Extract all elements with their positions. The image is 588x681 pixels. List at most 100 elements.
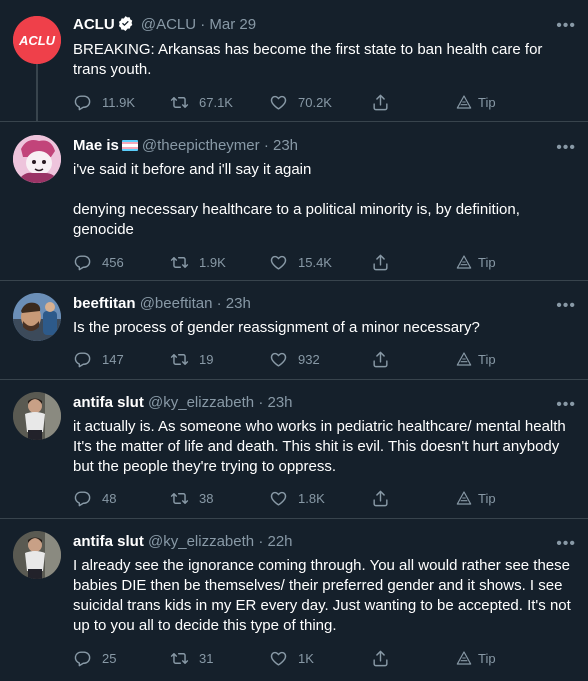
like-button[interactable]: 70.2K xyxy=(269,92,332,112)
share-icon xyxy=(373,650,388,666)
like-button[interactable]: 932 xyxy=(269,349,320,369)
reply-count: 48 xyxy=(102,490,117,506)
retweet-icon xyxy=(170,492,189,504)
more-icon[interactable]: ••• xyxy=(556,397,576,413)
display-name[interactable]: beeftitan xyxy=(73,295,136,312)
retweet-count: 19 xyxy=(199,351,214,367)
retweet-button[interactable]: 67.1K xyxy=(170,92,233,112)
share-button[interactable] xyxy=(371,488,400,508)
like-icon xyxy=(270,352,287,367)
display-name[interactable]: Mae is xyxy=(73,137,119,154)
retweet-button[interactable]: 19 xyxy=(170,349,213,369)
like-button[interactable]: 1.8K xyxy=(269,488,325,508)
like-count: 1.8K xyxy=(298,490,325,506)
more-icon[interactable]: ••• xyxy=(556,18,576,34)
tweet-reply[interactable]: beeftitan @beeftitan · 23h ••• Is the pr… xyxy=(0,281,588,379)
action-bar: 11.9K 67.1K 70.2K Tip xyxy=(73,92,503,112)
avatar[interactable] xyxy=(13,531,61,579)
reply-button[interactable]: 147 xyxy=(73,349,124,369)
like-icon xyxy=(270,95,287,110)
avatar[interactable] xyxy=(13,392,61,440)
like-icon xyxy=(270,255,287,270)
tweet-reply[interactable]: antifa slut @ky_elizzabeth · 22h ••• I a… xyxy=(0,519,588,681)
share-button[interactable] xyxy=(371,252,400,272)
tip-button[interactable]: Tip xyxy=(456,349,496,369)
tip-icon xyxy=(456,651,472,665)
retweet-button[interactable]: 31 xyxy=(170,648,213,668)
reply-count: 11.9K xyxy=(102,94,136,110)
tweet-header: antifa slut @ky_elizzabeth · 23h xyxy=(73,393,293,413)
reply-button[interactable]: 11.9K xyxy=(73,92,135,112)
share-icon xyxy=(373,254,388,270)
timestamp[interactable]: · 23h xyxy=(258,394,292,411)
action-bar: 147 19 932 Tip xyxy=(73,349,503,369)
timestamp[interactable]: · 23h xyxy=(264,137,298,154)
tweet-reply[interactable]: Mae is @theepictheymer · 23h ••• i've sai… xyxy=(0,122,588,280)
retweet-count: 31 xyxy=(199,650,214,666)
retweet-icon xyxy=(170,652,189,664)
avatar[interactable] xyxy=(13,293,61,341)
share-button[interactable] xyxy=(371,92,400,112)
timestamp[interactable]: · Mar 29 xyxy=(200,16,256,33)
timestamp[interactable]: · 23h xyxy=(217,295,251,312)
more-icon[interactable]: ••• xyxy=(556,298,576,314)
tweet-text: it actually is. As someone who works in … xyxy=(73,418,566,475)
like-icon xyxy=(270,491,287,506)
reply-button[interactable]: 25 xyxy=(73,648,116,668)
share-icon xyxy=(373,94,388,110)
reply-icon xyxy=(74,650,91,666)
retweet-button[interactable]: 1.9K xyxy=(170,252,226,272)
aclu-logo: ACLU xyxy=(13,16,61,64)
tweet-header: Mae is @theepictheymer · 23h xyxy=(73,136,298,156)
handle[interactable]: @theepictheymer xyxy=(142,137,260,154)
handle[interactable]: @ACLU xyxy=(141,16,196,33)
svg-text:ACLU: ACLU xyxy=(18,33,56,48)
avatar-image xyxy=(13,135,61,183)
handle[interactable]: @ky_elizzabeth xyxy=(148,394,254,411)
tip-icon xyxy=(456,352,472,366)
action-bar: 25 31 1K Tip xyxy=(73,648,503,668)
retweet-count: 67.1K xyxy=(199,94,233,110)
tweet-text: BREAKING: Arkansas has become the first … xyxy=(73,41,543,78)
share-button[interactable] xyxy=(371,648,400,668)
retweet-icon xyxy=(170,96,189,108)
avatar-image xyxy=(13,293,61,341)
like-button[interactable]: 1K xyxy=(269,648,314,668)
reply-icon xyxy=(74,254,91,270)
handle[interactable]: @ky_elizzabeth xyxy=(148,533,254,550)
trans-flag-icon xyxy=(121,140,138,151)
handle[interactable]: @beeftitan xyxy=(140,295,213,312)
more-icon[interactable]: ••• xyxy=(556,140,576,156)
like-count: 70.2K xyxy=(298,94,332,110)
tweet-text: Is the process of gender reassignment of… xyxy=(73,319,480,336)
tip-icon xyxy=(456,491,472,505)
verified-icon xyxy=(117,15,134,38)
share-icon xyxy=(373,490,388,506)
reply-button[interactable]: 456 xyxy=(73,252,124,272)
tip-label: Tip xyxy=(478,94,496,110)
tip-button[interactable]: Tip xyxy=(456,252,496,272)
like-button[interactable]: 15.4K xyxy=(269,252,332,272)
tip-button[interactable]: Tip xyxy=(456,92,496,112)
more-icon[interactable]: ••• xyxy=(556,536,576,552)
avatar[interactable] xyxy=(13,135,61,183)
display-name[interactable]: antifa slut xyxy=(73,394,144,411)
tweet-aclu[interactable]: ACLU ACLU @ACLU · Mar 29 ••• BREAKING: A… xyxy=(0,0,588,121)
tip-label: Tip xyxy=(478,490,496,506)
tip-button[interactable]: Tip xyxy=(456,488,496,508)
avatar[interactable]: ACLU xyxy=(13,16,61,64)
tip-button[interactable]: Tip xyxy=(456,648,496,668)
display-name[interactable]: antifa slut xyxy=(73,533,144,550)
retweet-count: 1.9K xyxy=(199,254,226,270)
avatar-image xyxy=(13,392,61,440)
timestamp[interactable]: · 22h xyxy=(258,533,292,550)
display-name[interactable]: ACLU xyxy=(73,16,115,33)
retweet-button[interactable]: 38 xyxy=(170,488,213,508)
tweet-reply[interactable]: antifa slut @ky_elizzabeth · 23h ••• it … xyxy=(0,380,588,518)
share-button[interactable] xyxy=(371,349,400,369)
tweet-header: antifa slut @ky_elizzabeth · 22h xyxy=(73,532,293,552)
reply-icon xyxy=(74,94,91,110)
retweet-count: 38 xyxy=(199,490,214,506)
reply-button[interactable]: 48 xyxy=(73,488,116,508)
like-count: 1K xyxy=(298,650,314,666)
